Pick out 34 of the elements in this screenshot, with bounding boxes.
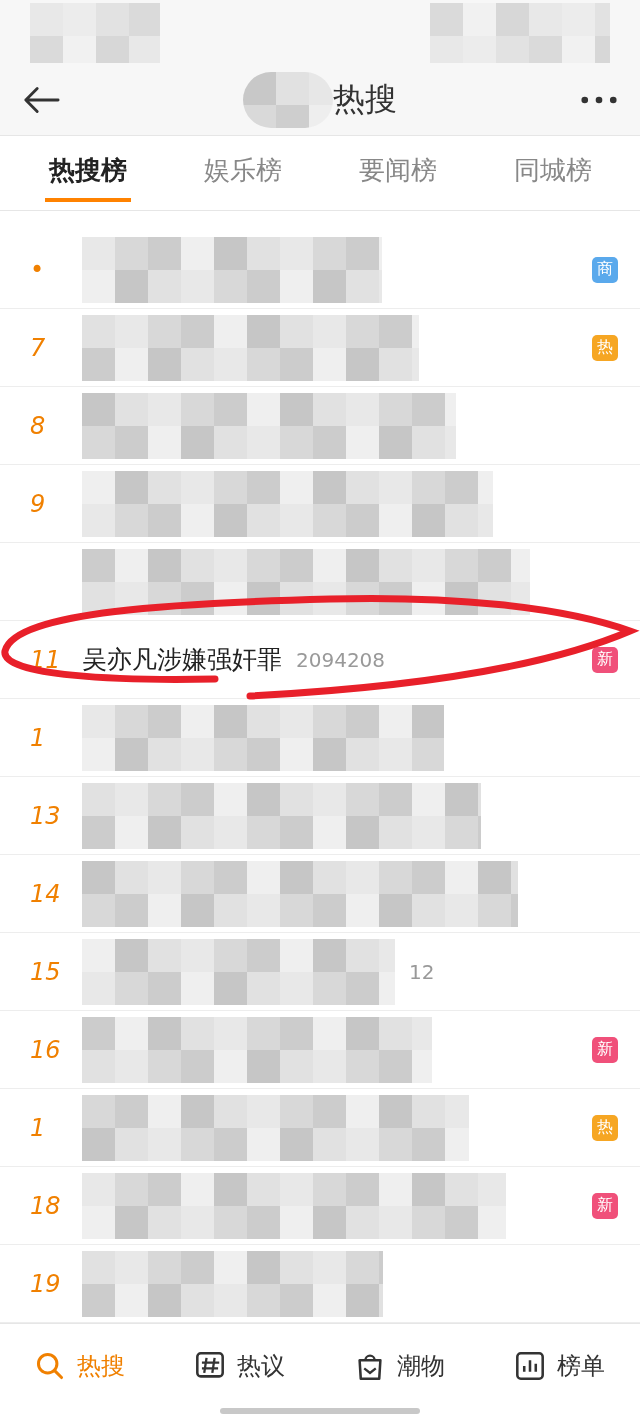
bar-chart-icon [515,1351,545,1381]
rank-number: 8 [30,411,47,440]
back-arrow-icon[interactable] [22,85,60,115]
tag-label: 新 [592,1036,618,1063]
tag-label: 新 [592,646,618,673]
rank-number: • [30,255,46,284]
rank-number: 14 [30,879,62,908]
nav-tab[interactable]: 潮物 [345,1344,455,1388]
rank-number: 19 [30,1269,62,1298]
tag-label: 热 [592,1114,618,1141]
rank-number: 15 [30,957,62,986]
tag-label: 热 [592,334,618,361]
more-icon[interactable] [580,95,618,105]
tab[interactable]: 要闻榜 [354,144,441,202]
rank-number: 1 [30,723,47,752]
hashtag-icon [195,1351,225,1381]
rank-number: 1 [30,1113,47,1142]
rank-number: 9 [30,489,47,518]
rank-number: 7 [30,333,47,362]
tag-label: 新 [592,1192,618,1219]
nav-tab[interactable]: 榜单 [505,1344,615,1388]
topic-link[interactable]: 吴亦凡涉嫌强奸罪 [82,643,282,676]
tag-label: 商 [592,256,618,283]
tab[interactable]: 同城榜 [509,144,596,202]
page-title: 热搜 [333,79,397,120]
tab[interactable]: 热搜榜 [44,144,131,202]
rank-number: 16 [30,1035,62,1064]
rank-number: 13 [30,801,62,830]
rank-number: 18 [30,1191,62,1220]
tab[interactable]: 娱乐榜 [199,144,286,202]
nav-tab[interactable]: 热议 [185,1344,295,1388]
view-count: 2094208 [296,647,386,672]
search-icon [35,1351,65,1381]
view-count: 12 [409,959,435,984]
